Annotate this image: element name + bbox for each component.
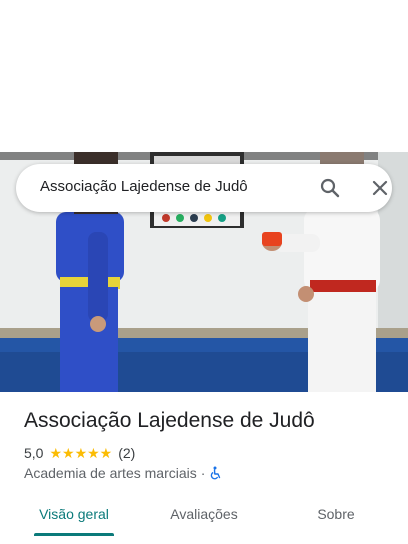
rating-stars: ★★★★★ [49, 444, 113, 461]
tab-overview-label: Visão geral [39, 506, 109, 522]
map-blank-area [0, 0, 408, 152]
place-title: Associação Lajedense de Judô [24, 409, 315, 432]
tab-reviews-label: Avaliações [170, 506, 238, 522]
search-input[interactable]: Associação Lajedense de Judô [40, 178, 248, 195]
tab-about[interactable]: Sobre [286, 492, 386, 536]
search-icon[interactable] [318, 176, 342, 200]
place-tabs: Visão geral Avaliações Sobre [0, 492, 408, 544]
wheelchair-icon [209, 466, 223, 480]
tab-about-label: Sobre [317, 506, 355, 522]
separator-dot: · [200, 465, 206, 481]
active-tab-indicator [34, 533, 114, 536]
place-category: Academia de artes marciais [24, 465, 197, 481]
tab-overview[interactable]: Visão geral [24, 492, 124, 536]
search-bar[interactable]: Associação Lajedense de Judô [16, 164, 392, 212]
rating-value: 5,0 [24, 445, 44, 461]
review-count[interactable]: (2) [118, 445, 135, 461]
rating-row[interactable]: 5,0 ★★★★★ (2) [24, 444, 135, 462]
tab-reviews[interactable]: Avaliações [154, 492, 254, 536]
category-row: Academia de artes marciais · [24, 465, 223, 481]
close-icon[interactable] [368, 176, 392, 200]
